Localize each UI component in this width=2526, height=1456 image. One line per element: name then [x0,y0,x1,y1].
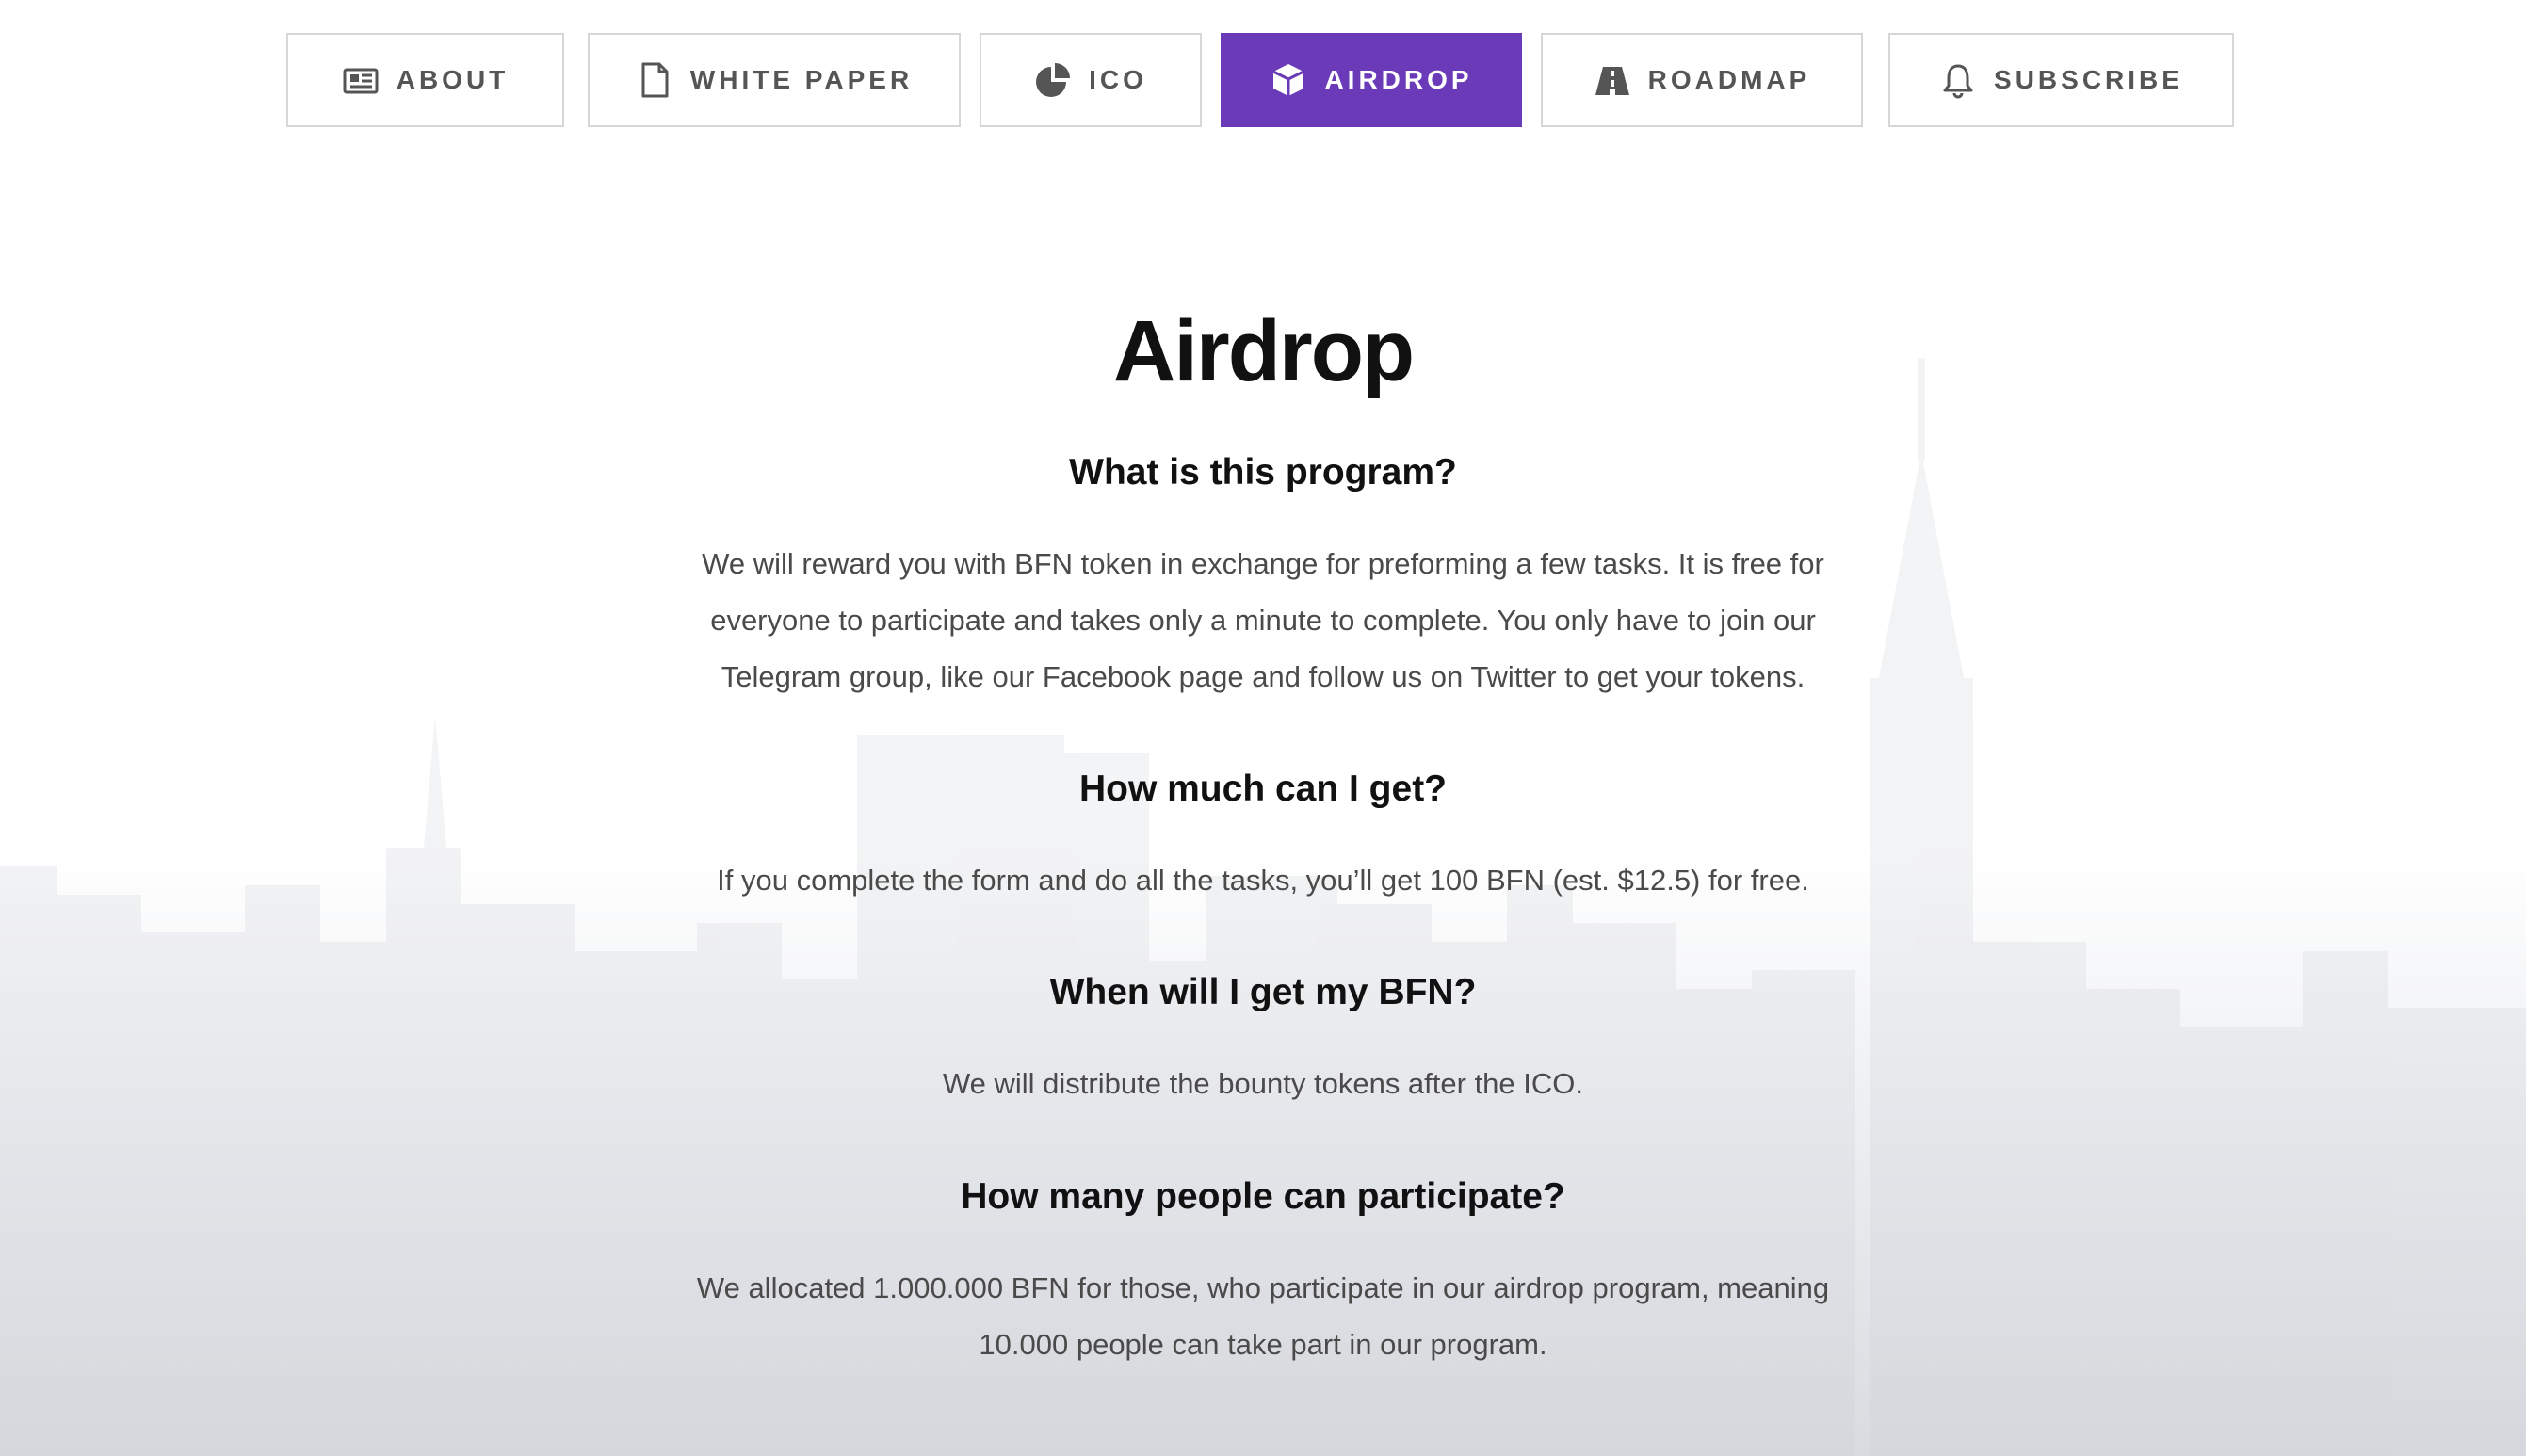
tab-white-paper[interactable]: WHITE PAPER [588,33,961,127]
tab-airdrop[interactable]: AIRDROP [1221,33,1522,127]
newspaper-icon [342,61,380,99]
tab-ico-label: ICO [1089,65,1147,94]
cube-icon [1270,61,1307,99]
faq-answer: We allocated 1.000.000 BFN for those, wh… [696,1271,1830,1361]
section-nav: ABOUT WHITE PAPER ICO AIRDROP ROADMAP SU… [0,33,2526,127]
faq-question: What is this program? [1069,452,1457,493]
tab-ico[interactable]: ICO [980,33,1202,127]
faq-question: How many people can participate? [961,1176,1565,1217]
tab-about[interactable]: ABOUT [286,33,564,127]
faq-answer: If you complete the form and do all the … [717,864,1809,897]
faq-answer: We will reward you with BFN token in exc… [702,547,1824,693]
city-skyline-background [0,358,2526,1456]
tab-subscribe[interactable]: SUBSCRIBE [1888,33,2234,127]
road-icon [1594,61,1631,99]
faq-question: When will I get my BFN? [1049,972,1477,1012]
tab-roadmap-label: ROADMAP [1647,65,1811,94]
pie-chart-icon [1034,61,1072,99]
tab-airdrop-label: AIRDROP [1324,65,1473,94]
airdrop-page: ABOUT WHITE PAPER ICO AIRDROP ROADMAP SU… [0,0,2526,1456]
tab-about-label: ABOUT [396,65,510,94]
faq-question: How much can I get? [1078,768,1448,809]
bell-icon [1939,61,1977,99]
tab-subscribe-label: SUBSCRIBE [1994,65,2183,94]
faq-answer: We will distribute the bounty tokens aft… [942,1067,1584,1100]
document-icon [636,61,673,99]
page-title: Airdrop [1112,303,1415,399]
tab-white-paper-label: WHITE PAPER [689,65,914,94]
tab-roadmap[interactable]: ROADMAP [1541,33,1863,127]
